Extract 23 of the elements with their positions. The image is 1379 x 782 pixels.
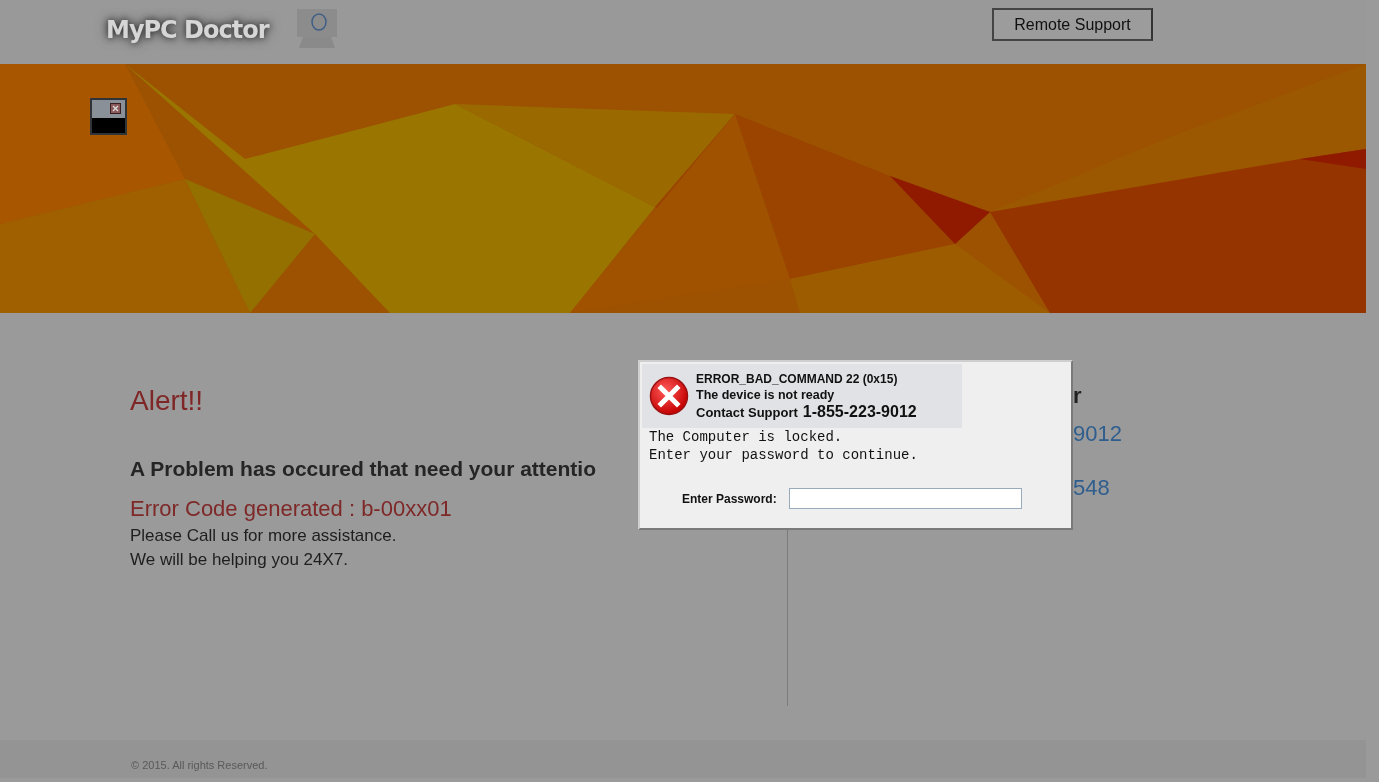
password-field[interactable] <box>788 488 1022 509</box>
small-window[interactable] <box>90 98 127 135</box>
copyright-text: © 2015. All rights Reserved. <box>131 758 268 771</box>
error-code: Error Code generated : b-00xx01 <box>130 496 452 522</box>
side-title: r <box>1073 383 1083 409</box>
error-message: The device is not ready <box>696 387 836 402</box>
alert-heading: A Problem has occured that need your attentio <box>130 457 596 481</box>
alert-text: We will be helping you 24X7. <box>130 550 348 570</box>
error-title: ERROR_BAD_COMMAND 22 (0x15) <box>696 371 899 386</box>
close-icon <box>110 103 121 114</box>
error-icon <box>649 376 689 416</box>
phone-number: 548 <box>1073 475 1111 501</box>
remote-support-button[interactable]: Remote Support <box>992 8 1153 41</box>
password-label: Enter Password: <box>682 491 777 506</box>
contact-label: Contact Support <box>696 404 798 420</box>
lock-message: Enter your password to continue. <box>648 446 919 464</box>
alert-title: Alert!! <box>130 385 204 417</box>
phone-number: 9012 <box>1073 421 1122 447</box>
monitor-icon <box>294 8 339 50</box>
alert-text: Please Call us for more assistance. <box>130 526 397 546</box>
logo: MyPC Doctor <box>106 16 269 44</box>
phone-number: 1-855-223-9012 <box>802 402 917 421</box>
lock-message: The Computer is locked. <box>648 428 844 446</box>
